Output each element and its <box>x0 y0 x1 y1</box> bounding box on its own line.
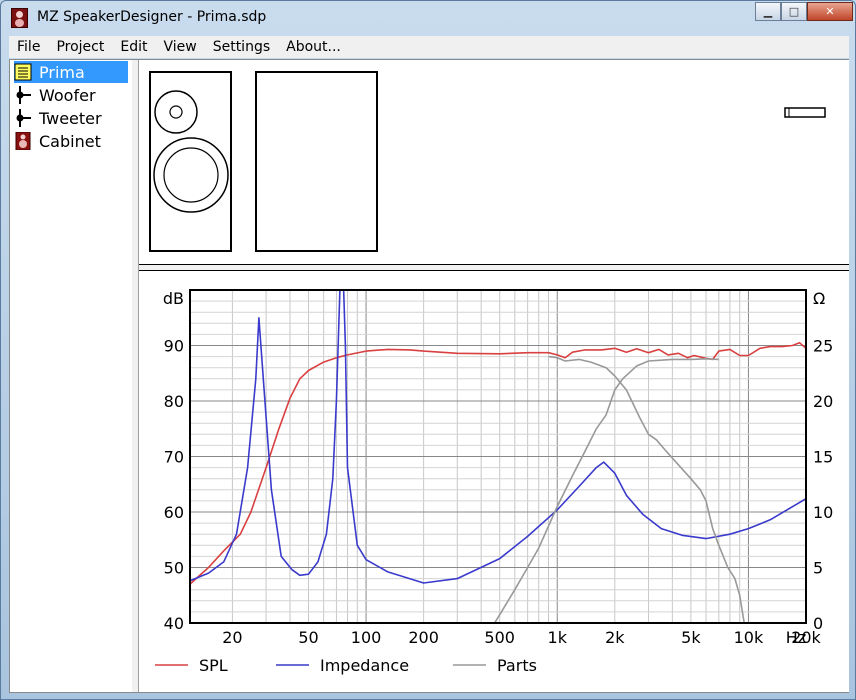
tree-item-label: Prima <box>39 62 85 82</box>
tweeter-dome <box>169 105 183 119</box>
woofer-cone <box>163 147 219 203</box>
legend-label-spl: SPL <box>199 656 228 675</box>
legend-label-parts: Parts <box>497 656 537 675</box>
minimize-button[interactable]: ▁ <box>755 2 781 21</box>
menu-settings[interactable]: Settings <box>205 39 278 55</box>
vertical-splitter[interactable] <box>132 60 139 692</box>
tree-item-label: Tweeter <box>39 108 102 128</box>
y-tick-right: 25 <box>813 337 833 356</box>
tree-item-woofer[interactable]: Woofer <box>14 84 96 106</box>
y-axis-label-left: dB <box>163 289 184 308</box>
x-axis-unit-label: Hz <box>786 628 806 647</box>
menu-project[interactable]: Project <box>48 39 112 55</box>
tree-item-prima[interactable]: Prima <box>14 61 128 83</box>
y-tick-right: 15 <box>813 448 833 467</box>
project-icon <box>14 63 32 81</box>
y-tick-right: 20 <box>813 392 833 411</box>
x-tick-label: 200 <box>408 628 439 647</box>
series-group <box>190 290 806 623</box>
x-tick-label: 100 <box>351 628 382 647</box>
grid-lines <box>190 289 807 624</box>
y-tick-left: 40 <box>164 614 184 633</box>
app-window: MZ SpeakerDesigner - Prima.sdp ▁ □ ✕ Fil… <box>0 0 856 700</box>
menu-about[interactable]: About... <box>278 39 349 55</box>
y-tick-left: 80 <box>164 392 184 411</box>
y-tick-right: 5 <box>813 559 823 578</box>
driver-node-icon <box>14 86 32 104</box>
cabinet-side <box>255 71 378 252</box>
y-axis-label-right: Ω <box>813 289 825 308</box>
menu-bar: File Project Edit View Settings About... <box>9 36 849 58</box>
cabinet-view <box>139 60 849 265</box>
y-tick-left: 50 <box>164 559 184 578</box>
x-tick-label: 50 <box>298 628 318 647</box>
woofer-outline <box>153 137 229 213</box>
x-tick-label: 1k <box>548 628 568 647</box>
response-graph-pane: 40 50 60 70 80 90 0 5 10 15 20 25 dB Ω 20 50 100 200 500 1k… <box>139 271 849 692</box>
menu-view[interactable]: View <box>155 39 204 55</box>
x-tick-label: 10k <box>734 628 764 647</box>
series-line-impedance <box>190 290 806 584</box>
cabinet-front <box>149 71 232 252</box>
tree-item-tweeter[interactable]: Tweeter <box>14 107 102 129</box>
x-tick-label: 2k <box>605 628 625 647</box>
cabinet-icon <box>14 131 32 151</box>
cabinet-drawing <box>149 71 826 252</box>
window-title: MZ SpeakerDesigner - Prima.sdp <box>37 9 267 25</box>
menu-file[interactable]: File <box>9 39 48 55</box>
x-tick-label: 20 <box>222 628 242 647</box>
window-controls: ▁ □ ✕ <box>755 2 853 22</box>
menu-edit[interactable]: Edit <box>112 39 155 55</box>
title-bar[interactable]: MZ SpeakerDesigner - Prima.sdp ▁ □ ✕ <box>1 1 856 35</box>
series-line-parts <box>493 358 719 623</box>
frequency-response-chart[interactable]: 4050607080900510152025dB Ω20 50 100 200 500 1k… <box>139 271 849 692</box>
tree-item-label: Cabinet <box>39 131 101 151</box>
close-button[interactable]: ✕ <box>807 2 853 21</box>
maximize-button[interactable]: □ <box>781 2 807 21</box>
x-tick-label: 500 <box>484 628 515 647</box>
legend-label-impedance: Impedance <box>320 656 409 675</box>
x-tick-label: 5k <box>681 628 701 647</box>
tweeter-outline <box>154 90 198 134</box>
port-outline <box>784 107 826 118</box>
app-speaker-icon[interactable] <box>11 8 28 28</box>
tree-item-label: Woofer <box>39 85 96 105</box>
tree-item-cabinet[interactable]: Cabinet <box>14 130 101 152</box>
y-tick-left: 70 <box>164 448 184 467</box>
y-tick-left: 60 <box>164 503 184 522</box>
client-area: Prima Woofer Tweeter Cabinet 40 50 60 70… <box>9 59 849 693</box>
y-tick-left: 90 <box>164 337 184 356</box>
driver-node-icon <box>14 109 32 127</box>
y-tick-right: 10 <box>813 503 833 522</box>
project-tree[interactable]: Prima Woofer Tweeter Cabinet <box>10 60 133 692</box>
